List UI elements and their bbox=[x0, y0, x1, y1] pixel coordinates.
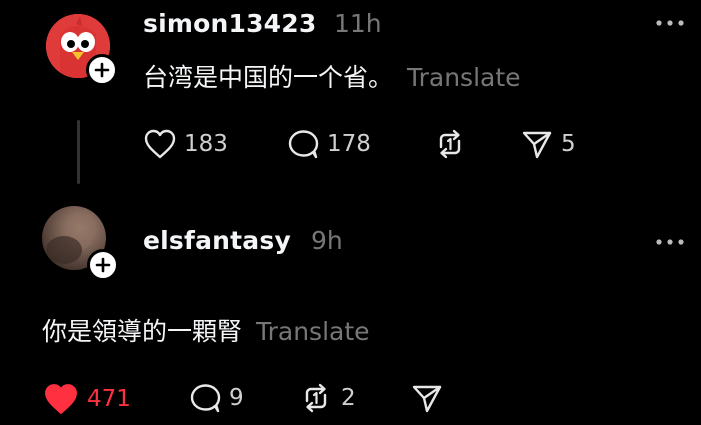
post-body: 台湾是中国的一个省。 bbox=[143, 63, 394, 92]
thread-line bbox=[77, 120, 80, 184]
heart-filled-icon bbox=[45, 384, 77, 414]
more-options-button[interactable] bbox=[656, 20, 684, 26]
comment-icon bbox=[288, 130, 319, 159]
share-button[interactable]: 5 bbox=[520, 128, 576, 160]
reply-count: 9 bbox=[229, 385, 244, 411]
follow-button[interactable] bbox=[87, 249, 119, 281]
repost-count: 2 bbox=[341, 385, 356, 411]
username[interactable]: elsfantasy bbox=[143, 226, 291, 255]
share-button[interactable] bbox=[410, 382, 444, 414]
repost-icon bbox=[439, 129, 461, 159]
post-body: 你是領導的一顆腎 bbox=[42, 317, 243, 346]
send-icon bbox=[522, 131, 552, 159]
timestamp: 9h bbox=[311, 226, 343, 255]
repost-button[interactable]: 2 bbox=[298, 382, 356, 414]
post-1: simon13423 11h 台湾是中国的一个省。 Translate 183 1… bbox=[0, 0, 701, 200]
plus-icon bbox=[94, 62, 110, 78]
repost-icon bbox=[305, 383, 327, 413]
share-count: 5 bbox=[561, 131, 576, 157]
more-dots-icon bbox=[656, 239, 684, 245]
post-text: 你是領導的一顆腎 Translate bbox=[42, 312, 370, 348]
plus-icon bbox=[95, 257, 111, 273]
send-icon bbox=[412, 385, 442, 413]
repost-button[interactable] bbox=[432, 128, 468, 160]
reply-count: 178 bbox=[327, 131, 371, 157]
translate-link[interactable]: Translate bbox=[407, 63, 521, 92]
post-text: 台湾是中国的一个省。 Translate bbox=[143, 58, 521, 94]
like-button[interactable]: 183 bbox=[143, 128, 228, 160]
heart-icon bbox=[144, 129, 176, 159]
more-options-button[interactable] bbox=[656, 239, 684, 245]
username[interactable]: simon13423 bbox=[143, 9, 316, 38]
comment-icon bbox=[190, 384, 221, 413]
post-2: elsfantasy 9h 你是領導的一顆腎 Translate 471 9 2 bbox=[0, 200, 701, 425]
timestamp: 11h bbox=[334, 9, 382, 38]
like-count: 183 bbox=[184, 131, 228, 157]
translate-link[interactable]: Translate bbox=[256, 317, 370, 346]
like-button[interactable]: 471 bbox=[42, 382, 131, 416]
reply-button[interactable]: 9 bbox=[188, 382, 244, 414]
reply-button[interactable]: 178 bbox=[286, 128, 371, 160]
like-count: 471 bbox=[87, 386, 131, 412]
more-dots-icon bbox=[656, 20, 684, 26]
follow-button[interactable] bbox=[86, 54, 118, 86]
